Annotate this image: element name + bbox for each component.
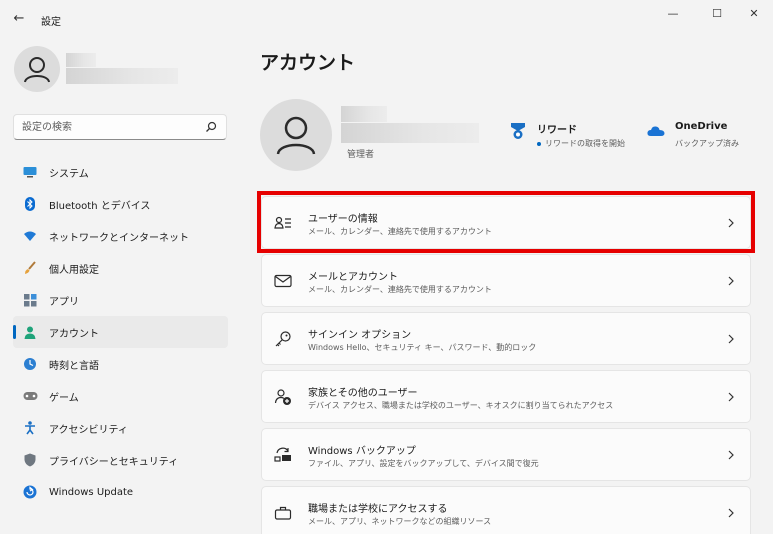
sidebar-item-windows-update[interactable]: Windows Update (13, 476, 228, 508)
brush-icon (22, 260, 38, 276)
card-work-school[interactable]: 職場または学校にアクセスする メール、アプリ、ネットワークなどの組織リソース (261, 486, 751, 534)
card-subtitle: メール、カレンダー、連絡先で使用するアカウント (308, 285, 492, 294)
sidebar-nav: システム Bluetooth とデバイス ネットワークとインターネット 個人用設… (13, 156, 228, 508)
back-arrow-icon[interactable]: ← (11, 11, 27, 27)
sidebar-item-label: アカウント (49, 328, 99, 340)
sidebar-item-label: 時刻と言語 (49, 360, 99, 372)
user-info-icon (274, 216, 291, 229)
onedrive-icon (647, 126, 665, 136)
search-input[interactable] (22, 119, 202, 135)
sidebar-item-bluetooth[interactable]: Bluetooth とデバイス (13, 188, 228, 220)
sidebar-item-label: Windows Update (49, 486, 134, 498)
redacted-username (341, 106, 387, 122)
rewards-icon (511, 123, 525, 139)
redacted-email (66, 68, 178, 84)
sidebar-item-label: 個人用設定 (49, 264, 99, 276)
profile-avatar[interactable] (260, 99, 332, 171)
sidebar-item-apps[interactable]: アプリ (13, 284, 228, 316)
card-title: 家族とその他のユーザー (308, 388, 418, 399)
card-sign-in-options[interactable]: サインイン オプション Windows Hello、セキュリティ キー、パスワー… (261, 312, 751, 365)
sidebar-item-personalization[interactable]: 個人用設定 (13, 252, 228, 284)
sidebar-item-label: ネットワークとインターネット (49, 232, 189, 244)
backup-icon (274, 447, 291, 462)
mail-icon (274, 274, 292, 288)
sidebar-avatar[interactable] (14, 46, 60, 92)
active-indicator (13, 325, 16, 339)
card-email-accounts[interactable]: メールとアカウント メール、カレンダー、連絡先で使用するアカウント (261, 254, 751, 307)
sidebar-item-label: プライバシーとセキュリティ (49, 456, 179, 468)
minimize-button[interactable]: — (658, 6, 688, 22)
bluetooth-icon (22, 196, 38, 212)
redacted-email (341, 123, 479, 143)
status-dot (537, 141, 541, 146)
settings-cards: ユーザーの情報 メール、カレンダー、連絡先で使用するアカウント メールとアカウン… (261, 196, 751, 534)
family-icon (274, 389, 291, 405)
app-title: 設定 (41, 17, 61, 28)
account-role: 管理者 (347, 150, 375, 160)
rewards-subtitle: リワードの取得を開始 (537, 138, 625, 149)
account-icon (22, 324, 38, 340)
update-icon (22, 484, 38, 500)
card-subtitle: ファイル、アプリ、設定をバックアップして、デバイス間で復元 (308, 459, 539, 468)
person-icon (24, 57, 50, 83)
time-language-icon (22, 356, 38, 372)
card-user-info[interactable]: ユーザーの情報 メール、カレンダー、連絡先で使用するアカウント (261, 196, 751, 249)
card-title: サインイン オプション (308, 330, 412, 341)
sidebar-item-privacy[interactable]: プライバシーとセキュリティ (13, 444, 228, 476)
close-button[interactable]: ✕ (739, 6, 769, 22)
title-bar: ← 設定 — ☐ ✕ (0, 0, 773, 36)
sidebar-item-label: アクセシビリティ (49, 424, 128, 436)
key-icon (275, 331, 291, 347)
page-title: アカウント (260, 52, 356, 74)
search-icon[interactable] (205, 121, 217, 133)
sidebar-item-label: アプリ (49, 296, 79, 308)
chevron-right-icon (728, 218, 734, 228)
sidebar-item-label: システム (49, 168, 89, 180)
gaming-icon (22, 388, 38, 404)
sidebar-item-time-language[interactable]: 時刻と言語 (13, 348, 228, 380)
sidebar-item-label: Bluetooth とデバイス (49, 200, 151, 212)
settings-search[interactable] (13, 114, 227, 140)
onedrive-title: OneDrive (675, 121, 728, 132)
maximize-button[interactable]: ☐ (702, 6, 732, 22)
card-windows-backup[interactable]: Windows バックアップ ファイル、アプリ、設定をバックアップして、デバイス… (261, 428, 751, 481)
chevron-right-icon (728, 450, 734, 460)
shield-icon (22, 452, 38, 468)
card-subtitle: デバイス アクセス、職場または学校のユーザー、キオスクに割り当てられたアクセス (308, 401, 614, 410)
card-title: 職場または学校にアクセスする (308, 504, 448, 515)
redacted-username (66, 53, 96, 67)
sidebar-item-gaming[interactable]: ゲーム (13, 380, 228, 412)
card-family-users[interactable]: 家族とその他のユーザー デバイス アクセス、職場または学校のユーザー、キオスクに… (261, 370, 751, 423)
chevron-right-icon (728, 508, 734, 518)
card-subtitle: Windows Hello、セキュリティ キー、パスワード、動的ロック (308, 343, 537, 352)
card-subtitle: メール、アプリ、ネットワークなどの組織リソース (308, 517, 492, 526)
network-icon (22, 228, 38, 244)
sidebar-item-label: ゲーム (49, 392, 79, 404)
sidebar-item-accessibility[interactable]: アクセシビリティ (13, 412, 228, 444)
chevron-right-icon (728, 334, 734, 344)
onedrive-subtitle: バックアップ済み (675, 139, 739, 148)
sidebar-item-network[interactable]: ネットワークとインターネット (13, 220, 228, 252)
card-title: ユーザーの情報 (308, 214, 378, 225)
card-title: Windows バックアップ (308, 446, 416, 457)
apps-icon (22, 292, 38, 308)
briefcase-icon (274, 506, 292, 520)
card-title: メールとアカウント (308, 272, 398, 283)
system-icon (22, 164, 38, 180)
chevron-right-icon (728, 276, 734, 286)
sidebar-item-accounts[interactable]: アカウント (13, 316, 228, 348)
chevron-right-icon (728, 392, 734, 402)
rewards-title: リワード (537, 125, 577, 136)
card-subtitle: メール、カレンダー、連絡先で使用するアカウント (308, 227, 492, 236)
sidebar-item-system[interactable]: システム (13, 156, 228, 188)
person-icon (276, 116, 316, 155)
accessibility-icon (22, 420, 38, 436)
